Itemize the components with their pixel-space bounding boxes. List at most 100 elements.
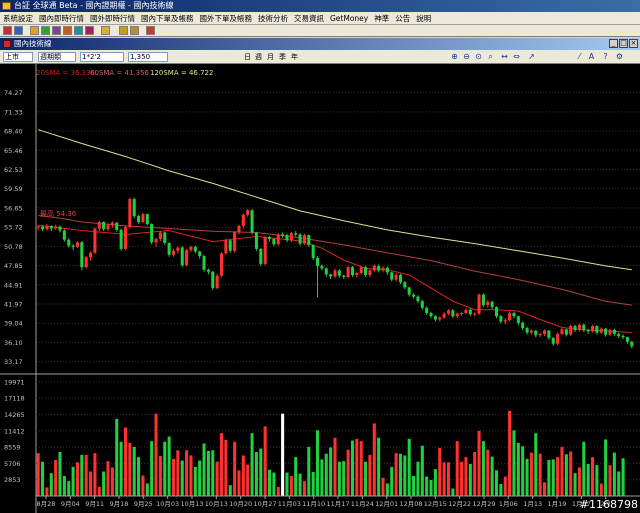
candle-body <box>137 216 141 222</box>
volume-bar <box>425 476 429 496</box>
volume-bar <box>237 470 241 496</box>
stock-chart[interactable]: 33.17 36.10 39.04 41.97 44.91 47.85 50.78 53.72… <box>0 64 640 513</box>
price-tick-label: 44.91 <box>4 281 23 289</box>
count-input[interactable]: 1,350 <box>128 52 168 62</box>
menu-domestic-orders[interactable]: 國內下單及帳務 <box>138 12 197 24</box>
volume-bar <box>390 466 394 496</box>
restore-button[interactable]: □ <box>619 39 628 48</box>
volume-bar <box>254 452 258 496</box>
candle-body <box>80 242 84 268</box>
period-year[interactable]: 年 <box>291 52 298 62</box>
volume-bar <box>259 448 263 496</box>
volume-bar <box>508 410 512 496</box>
date-tick-label: 11月24 <box>351 500 374 508</box>
candle-body <box>163 232 167 243</box>
volume-bar <box>307 446 311 496</box>
candle-body <box>67 239 71 246</box>
volume-bar <box>621 458 625 496</box>
volume-bar <box>329 447 333 496</box>
account-icon[interactable] <box>41 26 50 35</box>
price-tick-label: 50.78 <box>4 243 23 251</box>
candle-body <box>102 222 106 230</box>
candle-body <box>617 333 621 336</box>
minimize-button[interactable]: _ <box>609 39 618 48</box>
candle-body <box>132 199 136 217</box>
order-icon[interactable] <box>30 26 39 35</box>
volume-bar <box>198 460 202 496</box>
menu-getmoney[interactable]: GetMoney <box>327 12 371 24</box>
close-button[interactable]: × <box>629 39 638 48</box>
candle-body <box>621 335 625 338</box>
folder-icon[interactable] <box>101 26 110 35</box>
date-tick-label: 10月13 <box>205 500 228 508</box>
candle-body <box>324 268 328 275</box>
volume-bar <box>119 441 123 496</box>
chart-icon[interactable] <box>14 26 23 35</box>
zoom-in-icon[interactable]: ⊕ <box>450 52 459 61</box>
code-input[interactable]: 1*2'2 <box>80 52 124 62</box>
candle-body <box>276 234 280 245</box>
link-icon[interactable] <box>146 26 155 35</box>
candle-body <box>311 244 315 258</box>
candle-body <box>512 312 516 317</box>
strategy-icon[interactable] <box>85 26 94 35</box>
market-select[interactable]: 上市 <box>3 52 33 62</box>
settings-icon[interactable]: ⚙ <box>615 52 624 61</box>
volume-bar <box>75 462 79 496</box>
price-tick-label: 68.40 <box>4 128 23 136</box>
alert-icon[interactable] <box>63 26 72 35</box>
menu-system-settings[interactable]: 系統設定 <box>0 12 36 24</box>
candle-body <box>337 270 341 276</box>
volume-bar <box>281 413 285 496</box>
date-tick-label: 11月17 <box>326 500 349 508</box>
window-titlebar[interactable]: 台証 全球通 Beta - 國內證期權 - 國內技術線 <box>0 0 640 12</box>
text-icon[interactable]: A <box>587 52 596 61</box>
candle-body <box>464 309 468 313</box>
volume-bar <box>132 446 136 496</box>
price-tick-label: 33.17 <box>4 358 23 366</box>
menu-technical-analysis[interactable]: 技術分析 <box>255 12 291 24</box>
zoom-out-icon[interactable]: ⊖ <box>462 52 471 61</box>
candle-body <box>189 246 193 251</box>
candle-body <box>412 294 416 297</box>
draw-icon[interactable]: ⁄ <box>575 52 584 61</box>
subwindow-titlebar[interactable]: 國內技術線 _ □ × <box>0 38 640 50</box>
period-quarter[interactable]: 季 <box>279 52 286 62</box>
save-icon[interactable] <box>119 26 128 35</box>
volume-bar <box>206 450 210 496</box>
report-icon[interactable] <box>74 26 83 35</box>
date-tick-label: 9月25 <box>134 500 153 508</box>
menu-foreign-quotes[interactable]: 國外即時行情 <box>87 12 138 24</box>
period-select[interactable]: 週期類 <box>38 52 76 62</box>
menu-shenzhun[interactable]: 神準 <box>371 12 392 24</box>
date-tick-label: 10月20 <box>229 500 252 508</box>
search-icon[interactable]: ⌕ <box>486 52 495 61</box>
volume-bar <box>89 471 93 496</box>
volume-bar <box>547 460 551 496</box>
period-week[interactable]: 週 <box>255 52 262 62</box>
candle-body <box>49 225 53 229</box>
shrink-icon[interactable]: ⇔ <box>512 52 521 61</box>
candle-body <box>630 341 634 347</box>
period-month[interactable]: 月 <box>267 52 274 62</box>
cursor-icon[interactable]: ↗ <box>527 52 536 61</box>
help-icon[interactable]: ? <box>601 52 610 61</box>
menu-help[interactable]: 說明 <box>413 12 434 24</box>
legend-sma20: 20SMA = 36.336 <box>36 69 96 77</box>
print-icon[interactable] <box>130 26 139 35</box>
menu-announcements[interactable]: 公告 <box>392 12 413 24</box>
volume-bar <box>604 439 608 496</box>
volume-bar <box>612 452 616 496</box>
quote-icon[interactable] <box>3 26 12 35</box>
candle-body <box>211 271 215 289</box>
menu-foreign-orders[interactable]: 國外下單及帳務 <box>197 12 256 24</box>
volume-bar <box>294 457 298 496</box>
news-icon[interactable] <box>52 26 61 35</box>
menu-domestic-quotes[interactable]: 國內即時行情 <box>36 12 87 24</box>
volume-bar <box>481 441 485 496</box>
fit-icon[interactable]: ⊙ <box>474 52 483 61</box>
period-day[interactable]: 日 <box>244 52 251 62</box>
menu-trading-info[interactable]: 交易資訊 <box>291 12 327 24</box>
expand-icon[interactable]: ↔ <box>500 52 509 61</box>
watermark: #1168798 <box>579 498 638 511</box>
